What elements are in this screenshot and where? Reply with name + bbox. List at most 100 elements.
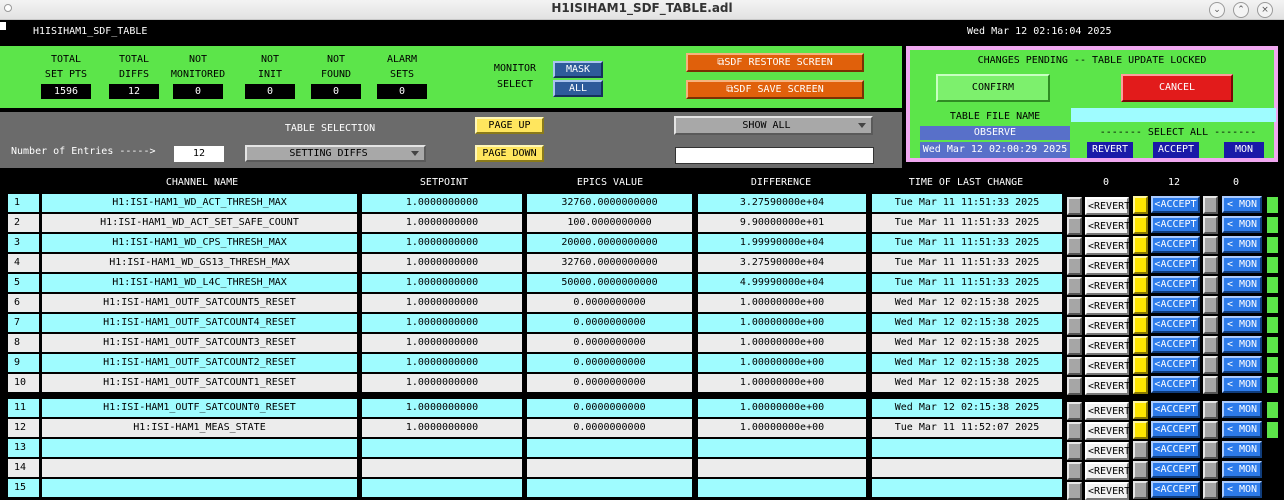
sdf-restore-button[interactable]: ⧉SDF RESTORE SCREEN: [686, 53, 864, 72]
accept-button[interactable]: <ACCEPT: [1151, 296, 1200, 313]
revert-all-button[interactable]: REVERT: [1087, 142, 1133, 158]
revert-checkbox[interactable]: [1067, 442, 1082, 460]
accept-checkbox[interactable]: [1133, 296, 1148, 314]
mon-button[interactable]: < MON: [1222, 376, 1262, 393]
accept-checkbox[interactable]: [1133, 216, 1148, 234]
accept-checkbox[interactable]: [1133, 441, 1148, 459]
accept-button[interactable]: <ACCEPT: [1151, 196, 1200, 213]
confirm-button[interactable]: CONFIRM: [936, 74, 1050, 102]
revert-checkbox[interactable]: [1067, 197, 1082, 215]
accept-button[interactable]: <ACCEPT: [1151, 336, 1200, 353]
revert-button[interactable]: <REVERT: [1085, 462, 1130, 480]
minimize-icon[interactable]: ⌄: [1209, 2, 1225, 18]
revert-button[interactable]: <REVERT: [1085, 377, 1130, 395]
accept-button[interactable]: <ACCEPT: [1151, 356, 1200, 373]
all-button[interactable]: ALL: [553, 80, 603, 97]
accept-checkbox[interactable]: [1133, 196, 1148, 214]
revert-button[interactable]: <REVERT: [1085, 197, 1130, 215]
mon-button[interactable]: < MON: [1222, 256, 1262, 273]
mon-checkbox[interactable]: [1203, 296, 1218, 314]
accept-checkbox[interactable]: [1133, 336, 1148, 354]
accept-button[interactable]: <ACCEPT: [1151, 461, 1200, 478]
accept-checkbox[interactable]: [1133, 461, 1148, 479]
revert-checkbox[interactable]: [1067, 357, 1082, 375]
mon-checkbox[interactable]: [1203, 336, 1218, 354]
accept-checkbox[interactable]: [1133, 401, 1148, 419]
revert-checkbox[interactable]: [1067, 337, 1082, 355]
cancel-button[interactable]: CANCEL: [1121, 74, 1233, 102]
accept-checkbox[interactable]: [1133, 481, 1148, 499]
mon-checkbox[interactable]: [1203, 376, 1218, 394]
mon-button[interactable]: < MON: [1222, 356, 1262, 373]
accept-all-button[interactable]: ACCEPT: [1153, 142, 1199, 158]
revert-button[interactable]: <REVERT: [1085, 357, 1130, 375]
revert-button[interactable]: <REVERT: [1085, 237, 1130, 255]
accept-checkbox[interactable]: [1133, 421, 1148, 439]
maximize-icon[interactable]: ⌃: [1233, 2, 1249, 18]
mask-button[interactable]: MASK: [553, 61, 603, 78]
mon-checkbox[interactable]: [1203, 401, 1218, 419]
revert-button[interactable]: <REVERT: [1085, 402, 1130, 420]
accept-checkbox[interactable]: [1133, 236, 1148, 254]
revert-button[interactable]: <REVERT: [1085, 217, 1130, 235]
mon-button[interactable]: < MON: [1222, 316, 1262, 333]
page-down-button[interactable]: PAGE DOWN: [475, 145, 544, 162]
revert-checkbox[interactable]: [1067, 422, 1082, 440]
mon-checkbox[interactable]: [1203, 316, 1218, 334]
mon-button[interactable]: < MON: [1222, 196, 1262, 213]
revert-button[interactable]: <REVERT: [1085, 482, 1130, 500]
mon-checkbox[interactable]: [1203, 276, 1218, 294]
revert-button[interactable]: <REVERT: [1085, 317, 1130, 335]
accept-button[interactable]: <ACCEPT: [1151, 481, 1200, 498]
revert-checkbox[interactable]: [1067, 482, 1082, 500]
accept-button[interactable]: <ACCEPT: [1151, 401, 1200, 418]
revert-button[interactable]: <REVERT: [1085, 297, 1130, 315]
revert-checkbox[interactable]: [1067, 257, 1082, 275]
accept-button[interactable]: <ACCEPT: [1151, 421, 1200, 438]
table-selection-dropdown[interactable]: SETTING DIFFS: [245, 145, 426, 162]
accept-checkbox[interactable]: [1133, 316, 1148, 334]
accept-button[interactable]: <ACCEPT: [1151, 276, 1200, 293]
revert-checkbox[interactable]: [1067, 277, 1082, 295]
mon-button[interactable]: < MON: [1222, 296, 1262, 313]
revert-checkbox[interactable]: [1067, 377, 1082, 395]
accept-checkbox[interactable]: [1133, 276, 1148, 294]
mon-checkbox[interactable]: [1203, 461, 1218, 479]
revert-button[interactable]: <REVERT: [1085, 337, 1130, 355]
revert-checkbox[interactable]: [1067, 402, 1082, 420]
sdf-save-button[interactable]: ⧉SDF SAVE SCREEN: [686, 80, 864, 99]
mon-button[interactable]: < MON: [1222, 461, 1262, 478]
search-input[interactable]: [675, 147, 874, 164]
mon-button[interactable]: < MON: [1222, 441, 1262, 458]
mon-button[interactable]: < MON: [1222, 236, 1262, 253]
mon-button[interactable]: < MON: [1222, 481, 1262, 498]
mon-button[interactable]: < MON: [1222, 421, 1262, 438]
accept-checkbox[interactable]: [1133, 356, 1148, 374]
accept-button[interactable]: <ACCEPT: [1151, 216, 1200, 233]
revert-checkbox[interactable]: [1067, 237, 1082, 255]
mon-checkbox[interactable]: [1203, 196, 1218, 214]
revert-button[interactable]: <REVERT: [1085, 257, 1130, 275]
revert-checkbox[interactable]: [1067, 297, 1082, 315]
mon-checkbox[interactable]: [1203, 481, 1218, 499]
accept-button[interactable]: <ACCEPT: [1151, 256, 1200, 273]
close-icon[interactable]: ×: [1257, 2, 1273, 18]
mon-button[interactable]: < MON: [1222, 336, 1262, 353]
mon-button[interactable]: < MON: [1222, 401, 1262, 418]
page-up-button[interactable]: PAGE UP: [475, 117, 544, 134]
mon-checkbox[interactable]: [1203, 421, 1218, 439]
accept-button[interactable]: <ACCEPT: [1151, 316, 1200, 333]
revert-button[interactable]: <REVERT: [1085, 422, 1130, 440]
revert-checkbox[interactable]: [1067, 317, 1082, 335]
show-all-dropdown[interactable]: SHOW ALL: [674, 116, 873, 135]
mon-all-button[interactable]: MON: [1224, 142, 1264, 158]
mon-checkbox[interactable]: [1203, 441, 1218, 459]
accept-button[interactable]: <ACCEPT: [1151, 376, 1200, 393]
mon-checkbox[interactable]: [1203, 256, 1218, 274]
accept-button[interactable]: <ACCEPT: [1151, 236, 1200, 253]
accept-checkbox[interactable]: [1133, 376, 1148, 394]
revert-button[interactable]: <REVERT: [1085, 442, 1130, 460]
mon-button[interactable]: < MON: [1222, 276, 1262, 293]
revert-button[interactable]: <REVERT: [1085, 277, 1130, 295]
mon-button[interactable]: < MON: [1222, 216, 1262, 233]
